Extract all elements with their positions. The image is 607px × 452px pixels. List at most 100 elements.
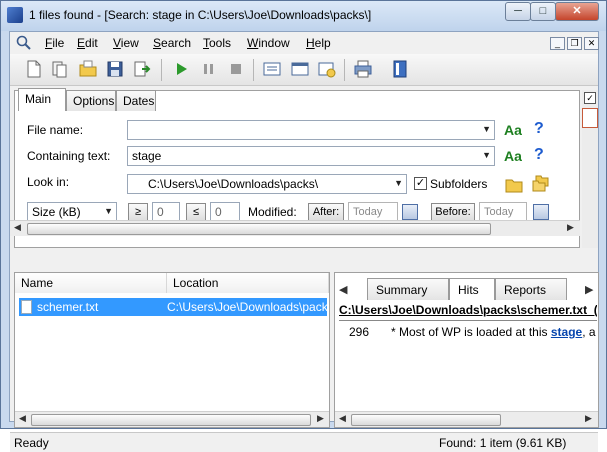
help-icon[interactable]: ? bbox=[534, 146, 544, 164]
subfolders-label: Subfolders bbox=[430, 177, 488, 191]
chevron-down-icon[interactable]: ▼ bbox=[482, 124, 491, 134]
tab-scroll-left-icon[interactable]: ◀ bbox=[339, 283, 347, 296]
size-min-input[interactable]: 0 bbox=[152, 202, 180, 222]
tab-summary[interactable]: Summary bbox=[367, 278, 449, 300]
size-ge-button[interactable]: ≥ bbox=[128, 203, 148, 221]
toolbar bbox=[10, 54, 598, 86]
results-horizontal-scrollbar[interactable]: ◀ ▶ bbox=[15, 411, 329, 427]
look-in-input[interactable]: C:\Users\Joe\Downloads\packs\ ▼ bbox=[127, 174, 407, 194]
containing-text-label: Containing text: bbox=[27, 149, 111, 163]
close-button[interactable]: ✕ bbox=[555, 2, 599, 21]
subfolders-checkbox[interactable]: ✓ bbox=[414, 177, 427, 190]
minimize-button[interactable]: ─ bbox=[505, 2, 531, 21]
tab-scroll-right-icon[interactable]: ▶ bbox=[585, 283, 593, 296]
results-pane: Name Location schemer.txt C:\Users\Joe\D… bbox=[14, 272, 330, 428]
mdi-close-button[interactable]: ✕ bbox=[584, 37, 599, 50]
scroll-right-icon[interactable]: ▶ bbox=[317, 413, 324, 424]
column-header-location[interactable]: Location bbox=[167, 273, 329, 293]
menu-file[interactable]: File bbox=[45, 36, 64, 50]
modified-label: Modified: bbox=[248, 205, 297, 219]
help-book-icon[interactable] bbox=[390, 59, 410, 79]
criteria-horizontal-scrollbar[interactable]: ◀ ▶ bbox=[10, 220, 580, 236]
tab-options[interactable]: Options bbox=[66, 90, 116, 111]
after-date-input[interactable]: Today bbox=[348, 202, 398, 222]
scroll-left-icon[interactable]: ◀ bbox=[14, 222, 21, 233]
tab-dates[interactable]: Dates bbox=[116, 90, 156, 111]
menu-view[interactable]: View bbox=[113, 36, 139, 50]
file-name-label: File name: bbox=[27, 123, 84, 137]
size-le-button[interactable]: ≤ bbox=[186, 203, 206, 221]
scrollbar-thumb[interactable] bbox=[31, 414, 311, 426]
folders-icon[interactable] bbox=[532, 175, 550, 193]
scroll-right-icon[interactable]: ▶ bbox=[567, 222, 574, 233]
side-checkbox[interactable]: ✓ bbox=[584, 92, 596, 104]
tab-reports[interactable]: Reports bbox=[495, 278, 567, 300]
export-icon[interactable] bbox=[132, 59, 152, 79]
folder-icon[interactable] bbox=[505, 177, 523, 193]
save-icon[interactable] bbox=[105, 59, 125, 79]
scroll-left-icon[interactable]: ◀ bbox=[339, 413, 346, 424]
chevron-down-icon[interactable]: ▼ bbox=[482, 150, 491, 160]
mdi-minimize-button[interactable]: _ bbox=[550, 37, 565, 50]
result-file-name: schemer.txt bbox=[37, 300, 99, 314]
status-right: Found: 1 item (9.61 KB) bbox=[439, 436, 567, 450]
preview-pane: ◀ Summary Hits Reports ▶ C:\Users\Joe\Do… bbox=[334, 272, 599, 428]
containing-text-input[interactable]: stage ▼ bbox=[127, 146, 495, 166]
open-folder-icon[interactable] bbox=[78, 59, 98, 79]
results-icon[interactable] bbox=[262, 59, 282, 79]
window-icon[interactable] bbox=[290, 59, 310, 79]
title-bar[interactable]: 1 files found - [Search: stage in C:\Use… bbox=[1, 1, 606, 31]
pause-icon[interactable] bbox=[199, 59, 219, 79]
scroll-right-icon[interactable]: ▶ bbox=[585, 413, 592, 424]
case-sensitive-icon[interactable]: Aa bbox=[504, 148, 522, 164]
tab-hits[interactable]: Hits bbox=[449, 278, 495, 300]
before-date-input[interactable]: Today bbox=[479, 202, 527, 222]
status-left: Ready bbox=[14, 436, 49, 450]
client-area: File Edit View Search Tools Window Help … bbox=[9, 31, 599, 452]
menu-bar: File Edit View Search Tools Window Help … bbox=[10, 32, 599, 54]
file-name-input[interactable]: ▼ bbox=[127, 120, 495, 140]
case-sensitive-icon[interactable]: Aa bbox=[504, 122, 522, 138]
hit-text[interactable]: * Most of WP is loaded at this stage, a bbox=[391, 325, 597, 339]
after-button[interactable]: After: bbox=[308, 203, 344, 221]
look-in-label: Look in: bbox=[27, 175, 70, 189]
toolbar-separator bbox=[344, 59, 345, 81]
table-row[interactable]: schemer.txt C:\Users\Joe\Downloads\pack bbox=[19, 298, 328, 316]
play-icon[interactable] bbox=[171, 59, 191, 79]
print-icon[interactable] bbox=[353, 59, 373, 79]
tab-main[interactable]: Main bbox=[18, 88, 66, 111]
hits-file-header[interactable]: C:\Users\Joe\Downloads\packs\schemer.txt… bbox=[339, 303, 597, 321]
help-icon[interactable]: ? bbox=[534, 120, 544, 138]
menu-tools[interactable]: Tools bbox=[203, 36, 231, 50]
scrollbar-thumb[interactable] bbox=[351, 414, 501, 426]
menu-search[interactable]: Search bbox=[153, 36, 191, 50]
menu-edit[interactable]: Edit bbox=[77, 36, 98, 50]
side-panel-button[interactable] bbox=[582, 108, 598, 128]
result-file-location: C:\Users\Joe\Downloads\pack bbox=[167, 300, 328, 314]
before-button[interactable]: Before: bbox=[431, 203, 475, 221]
column-header-name[interactable]: Name bbox=[15, 273, 167, 293]
size-max-input[interactable]: 0 bbox=[210, 202, 240, 222]
open-doc-icon[interactable] bbox=[50, 59, 70, 79]
size-unit-select[interactable]: Size (kB) ▼ bbox=[27, 202, 117, 222]
menu-help[interactable]: Help bbox=[306, 36, 331, 50]
stop-icon[interactable] bbox=[226, 59, 246, 79]
window-title: 1 files found - [Search: stage in C:\Use… bbox=[29, 8, 372, 22]
text-file-icon bbox=[21, 300, 32, 314]
toolbar-separator bbox=[161, 59, 162, 81]
mdi-restore-button[interactable]: ❐ bbox=[567, 37, 582, 50]
menu-window[interactable]: Window bbox=[247, 36, 290, 50]
calendar-icon[interactable] bbox=[402, 204, 418, 220]
chevron-down-icon[interactable]: ▼ bbox=[104, 206, 113, 216]
side-vertical-scrollbar[interactable]: ✓ bbox=[582, 90, 598, 248]
scrollbar-thumb[interactable] bbox=[27, 223, 491, 235]
calendar-icon[interactable] bbox=[533, 204, 549, 220]
toolbar-separator bbox=[253, 59, 254, 81]
maximize-button[interactable]: □ bbox=[530, 2, 556, 21]
settings-icon[interactable] bbox=[317, 59, 337, 79]
scroll-left-icon[interactable]: ◀ bbox=[19, 413, 26, 424]
status-bar: Ready Found: 1 item (9.61 KB) bbox=[10, 432, 598, 452]
chevron-down-icon[interactable]: ▼ bbox=[394, 178, 403, 188]
new-doc-icon[interactable] bbox=[24, 59, 44, 79]
preview-horizontal-scrollbar[interactable]: ◀ ▶ bbox=[335, 411, 598, 427]
